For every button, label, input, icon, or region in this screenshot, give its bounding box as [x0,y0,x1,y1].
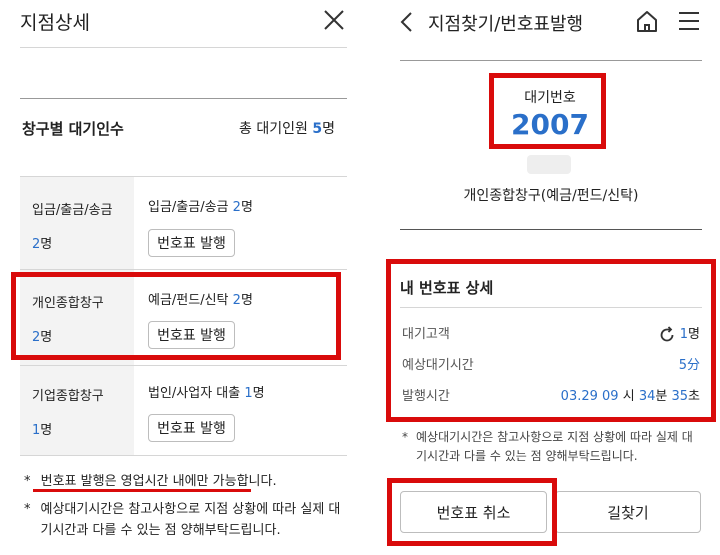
detail-line: 입금/출금/송금 2명 [148,196,253,215]
blurred-placeholder [527,155,571,174]
divider [20,455,347,456]
note-mark: * [24,502,31,517]
count-unit: 명 [40,237,53,252]
highlight-box [11,272,341,360]
detail-line: 법인/사업자 대출 1명 [148,382,265,401]
issue-ticket-button[interactable]: 번호표 발행 [148,414,235,442]
total-waiting: 총 대기인원 5명 [239,118,335,138]
highlight-box [489,73,606,149]
window-cell [20,177,134,269]
note-item: * 예상대기시간은 참고사항으로 지점 상황에 따라 실제 대기시간과 다를 수… [24,499,346,541]
total-value: 5 [312,121,323,137]
note-text: 예상대기시간은 참고사항으로 지점 상황에 따라 실제 대기시간과 다를 수 있… [416,430,693,463]
detail-count: 1 [244,386,253,401]
detail-count: 2 [232,200,241,215]
note-item: * 예상대기시간은 참고사항으로 지점 상황에 따라 실제 대기시간과 다를 수… [402,428,702,466]
back-icon[interactable] [398,10,416,34]
divider [400,60,702,61]
note-mark: * [402,430,408,444]
divider [20,98,347,99]
detail-name: 법인/사업자 대출 [148,386,241,401]
detail-unit: 명 [252,386,265,401]
page-title: 지점찾기/번호표발행 [428,14,584,35]
window-name: 개인종합창구(예금/펀드/신탁) [463,188,639,204]
note-mark: * [24,474,31,489]
note-text: 번호표 발행은 영업시간 내에만 가능합니다. [40,474,277,489]
section-title: 창구별 대기인수 [22,120,124,138]
directions-button[interactable]: 길찾기 [555,491,701,533]
window-count: 1명 [32,419,52,438]
highlight-box [386,259,716,422]
home-icon[interactable] [634,8,660,34]
highlight-box [387,478,557,546]
note-item: * 번호표 발행은 영업시간 내에만 가능합니다. [24,470,344,489]
note-underline [33,489,251,492]
divider [20,47,347,48]
window-name: 기업종합창구 [32,389,104,404]
window-cell [20,366,134,455]
total-unit: 명 [322,121,335,137]
issue-ticket-button[interactable]: 번호표 발행 [148,229,235,257]
divider [400,229,702,230]
close-icon[interactable] [322,8,346,32]
window-count: 2명 [32,233,52,252]
count-unit: 명 [40,423,53,438]
detail-unit: 명 [240,200,253,215]
total-label: 총 대기인원 [239,121,308,137]
page-title: 지점상세 [20,12,90,34]
menu-icon[interactable] [677,10,701,32]
detail-name: 입금/출금/송금 [148,200,229,215]
window-name: 입금/출금/송금 [32,203,113,218]
note-text: 예상대기시간은 참고사항으로 지점 상황에 따라 실제 대기시간과 다를 수 있… [40,502,341,538]
